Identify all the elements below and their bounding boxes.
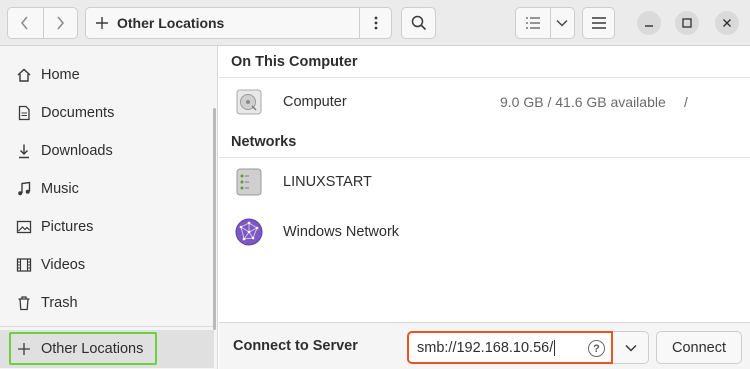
section-header-networks: Networks (231, 134, 297, 150)
hamburger-menu-icon (591, 17, 606, 29)
location-available-space: 9.0 GB / 41.6 GB available (500, 94, 666, 110)
maximize-button[interactable] (675, 11, 699, 35)
location-row-computer[interactable]: Computer 9.0 GB / 41.6 GB available / (219, 78, 750, 126)
picture-icon (16, 219, 32, 235)
chevron-right-icon (57, 16, 65, 30)
location-name: LINUXSTART (283, 174, 372, 190)
sidebar-item-label: Videos (41, 257, 86, 273)
search-button[interactable] (401, 7, 436, 39)
network-globe-icon (235, 218, 263, 246)
path-menu-button[interactable] (359, 8, 391, 38)
minimize-icon (645, 25, 653, 27)
sidebar-item-home[interactable]: Home (0, 56, 214, 94)
sidebar-item-label: Music (41, 181, 79, 197)
locations-view: On This Computer Computer 9.0 GB / 41.6 … (219, 46, 750, 322)
sidebar-separator (0, 326, 214, 327)
sidebar-item-label: Downloads (41, 143, 113, 159)
location-label: Other Locations (117, 15, 225, 31)
sidebar-item-documents[interactable]: Documents (0, 94, 214, 132)
help-icon[interactable]: ? (588, 340, 605, 357)
connect-to-server-bar: Connect to Server smb://192.168.10.56/ ?… (219, 322, 750, 369)
header-bar: Other Locations (0, 0, 750, 46)
server-address-value: smb://192.168.10.56/ (417, 339, 554, 356)
highlight-box (9, 332, 157, 365)
download-icon (16, 143, 32, 159)
close-button[interactable] (715, 11, 739, 35)
vertical-ellipsis-icon (374, 16, 377, 30)
path-bar: Other Locations (85, 7, 392, 39)
location-row-linuxstart[interactable]: LINUXSTART (219, 158, 750, 206)
sidebar-scrollbar[interactable] (213, 108, 216, 330)
navigation-buttons (7, 7, 78, 39)
sidebar-item-label: Pictures (41, 219, 94, 235)
main-menu-button[interactable] (582, 7, 615, 39)
sidebar-item-trash[interactable]: Trash (0, 284, 214, 322)
sidebar-item-downloads[interactable]: Downloads (0, 132, 214, 170)
minimize-button[interactable] (637, 11, 661, 35)
connect-button[interactable]: Connect (656, 331, 742, 364)
server-address-input[interactable]: smb://192.168.10.56/ ? (407, 331, 613, 364)
view-options-button[interactable] (549, 8, 574, 38)
location-mount-point: / (684, 94, 688, 110)
home-icon (16, 67, 32, 83)
close-icon (723, 19, 731, 27)
location-row-windows-network[interactable]: Windows Network (219, 208, 750, 256)
sidebar-item-label: Trash (41, 295, 78, 311)
chevron-down-icon (556, 19, 568, 27)
chevron-left-icon (21, 16, 28, 30)
view-buttons (515, 7, 575, 39)
location-name: Windows Network (283, 224, 400, 240)
video-icon (16, 257, 32, 273)
connect-to-server-label: Connect to Server (233, 338, 358, 354)
text-caret (554, 339, 556, 356)
maximize-icon (682, 18, 692, 28)
trash-icon (16, 295, 32, 311)
sidebar-item-pictures[interactable]: Pictures (0, 208, 214, 246)
recent-servers-dropdown[interactable] (613, 331, 649, 364)
music-icon (16, 181, 32, 197)
location-button[interactable]: Other Locations (86, 8, 359, 38)
list-view-button[interactable] (516, 8, 550, 38)
server-icon (236, 168, 262, 196)
list-view-icon (525, 17, 540, 29)
connect-button-label: Connect (671, 339, 726, 356)
search-icon (411, 15, 426, 31)
back-button[interactable] (8, 8, 43, 38)
plus-icon (96, 17, 108, 29)
chevron-down-icon (624, 344, 637, 352)
section-header-on-this-computer: On This Computer (231, 54, 358, 70)
sidebar: Home Documents Downloads Music Pictures … (0, 46, 218, 369)
hard-drive-icon (236, 89, 262, 115)
sidebar-item-label: Documents (41, 105, 115, 121)
location-name: Computer (283, 94, 347, 110)
document-icon (16, 105, 32, 121)
sidebar-item-videos[interactable]: Videos (0, 246, 214, 284)
forward-button[interactable] (42, 8, 78, 38)
sidebar-item-music[interactable]: Music (0, 170, 214, 208)
sidebar-item-label: Home (41, 67, 80, 83)
